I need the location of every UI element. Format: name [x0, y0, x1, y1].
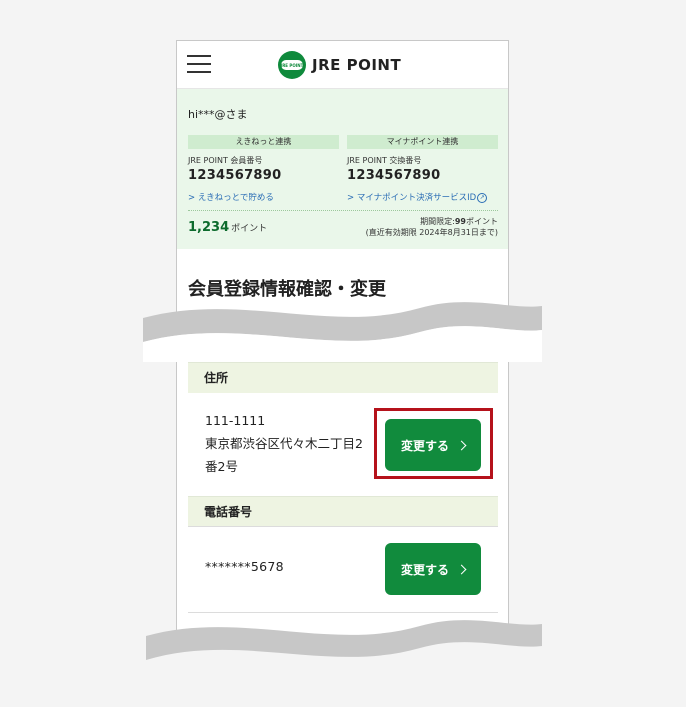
torn-page-waves: [140, 302, 545, 707]
